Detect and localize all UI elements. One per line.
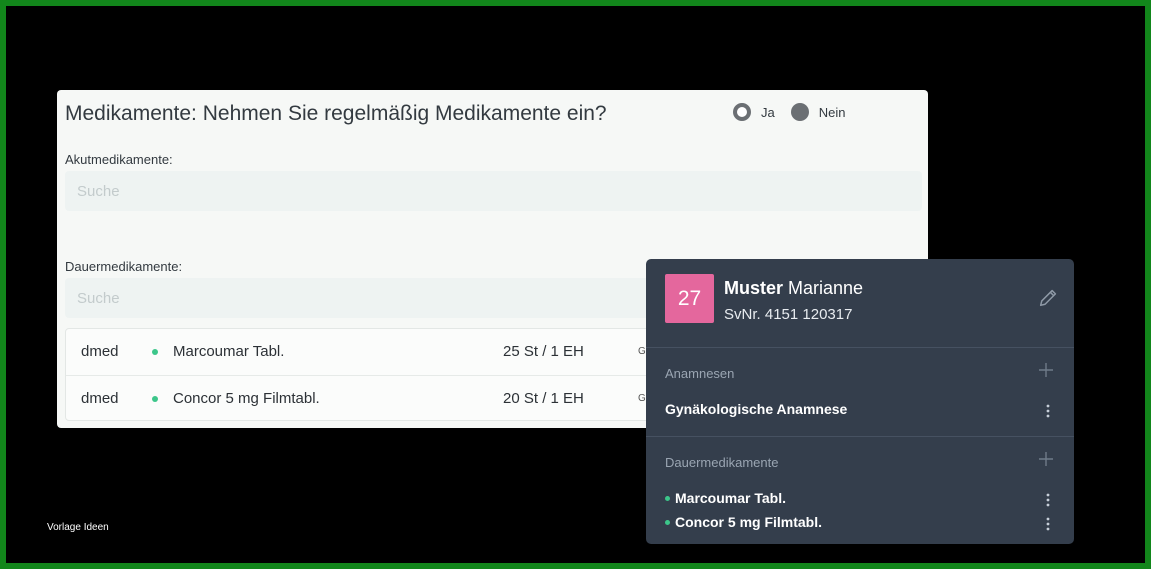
patient-name: Muster Marianne: [724, 278, 863, 299]
dauermedikament-name: Concor 5 mg Filmtabl.: [675, 514, 823, 530]
med-quantity: 20 St / 1 EH: [503, 390, 584, 407]
pencil-icon[interactable]: [1037, 287, 1059, 309]
dauer-label: Dauermedikamente:: [65, 259, 183, 274]
dauermedikament-item[interactable]: Concor 5 mg Filmtabl.: [665, 514, 822, 530]
age-badge: 27: [665, 274, 714, 323]
kebab-menu-icon[interactable]: [1043, 517, 1053, 531]
radio-selected-icon[interactable]: [733, 103, 751, 121]
dauermedikament-name: Marcoumar Tabl.: [675, 490, 786, 506]
patient-svnr: SvNr. 4151 120317: [724, 306, 852, 323]
section-title-anamnesen: Anamnesen: [665, 366, 735, 381]
status-dot-icon: [152, 396, 158, 402]
patient-last-name: Muster: [724, 278, 784, 298]
watermark: Vorlage Ideen: [47, 522, 109, 533]
patient-card: 27 Muster Marianne SvNr. 4151 120317 Ana…: [646, 259, 1074, 544]
svnr-label: SvNr.: [724, 306, 761, 323]
status-dot-icon: [665, 495, 670, 501]
akut-label: Akutmedikamente:: [65, 152, 173, 167]
medication-radio-group: Ja Nein: [733, 103, 861, 121]
med-source: dmed: [81, 390, 119, 407]
kebab-menu-icon[interactable]: [1043, 404, 1053, 418]
radio-ja-label: Ja: [761, 104, 775, 120]
radio-nein[interactable]: Nein: [790, 103, 846, 121]
med-extra: G: [638, 346, 646, 357]
screenshot-frame: Medikamente: Nehmen Sie regelmäßig Medik…: [0, 0, 1151, 569]
svnr-value: 4151 120317: [764, 306, 853, 323]
med-source: dmed: [81, 343, 119, 360]
add-dauermedikament-plus-icon[interactable]: [1039, 452, 1053, 466]
med-quantity: 25 St / 1 EH: [503, 343, 584, 360]
anamnese-item[interactable]: Gynäkologische Anamnese: [665, 401, 847, 417]
add-anamnese-plus-icon[interactable]: [1039, 363, 1053, 377]
med-name: Concor 5 mg Filmtabl.: [173, 390, 320, 407]
akut-search-input[interactable]: [65, 171, 922, 211]
section-divider: [646, 347, 1074, 348]
section-title-dauermedikamente: Dauermedikamente: [665, 455, 779, 470]
status-dot-icon: [665, 519, 670, 525]
radio-ja[interactable]: Ja: [733, 103, 775, 121]
radio-unselected-icon[interactable]: [790, 103, 809, 121]
status-dot-icon: [152, 349, 158, 355]
form-title: Medikamente: Nehmen Sie regelmäßig Medik…: [65, 102, 607, 125]
dauermedikament-item[interactable]: Marcoumar Tabl.: [665, 490, 786, 506]
med-name: Marcoumar Tabl.: [173, 343, 285, 360]
section-divider: [646, 436, 1074, 437]
med-extra: G: [638, 393, 646, 404]
patient-first-name: Marianne: [788, 278, 864, 298]
radio-nein-label: Nein: [818, 104, 846, 120]
kebab-menu-icon[interactable]: [1043, 493, 1053, 507]
